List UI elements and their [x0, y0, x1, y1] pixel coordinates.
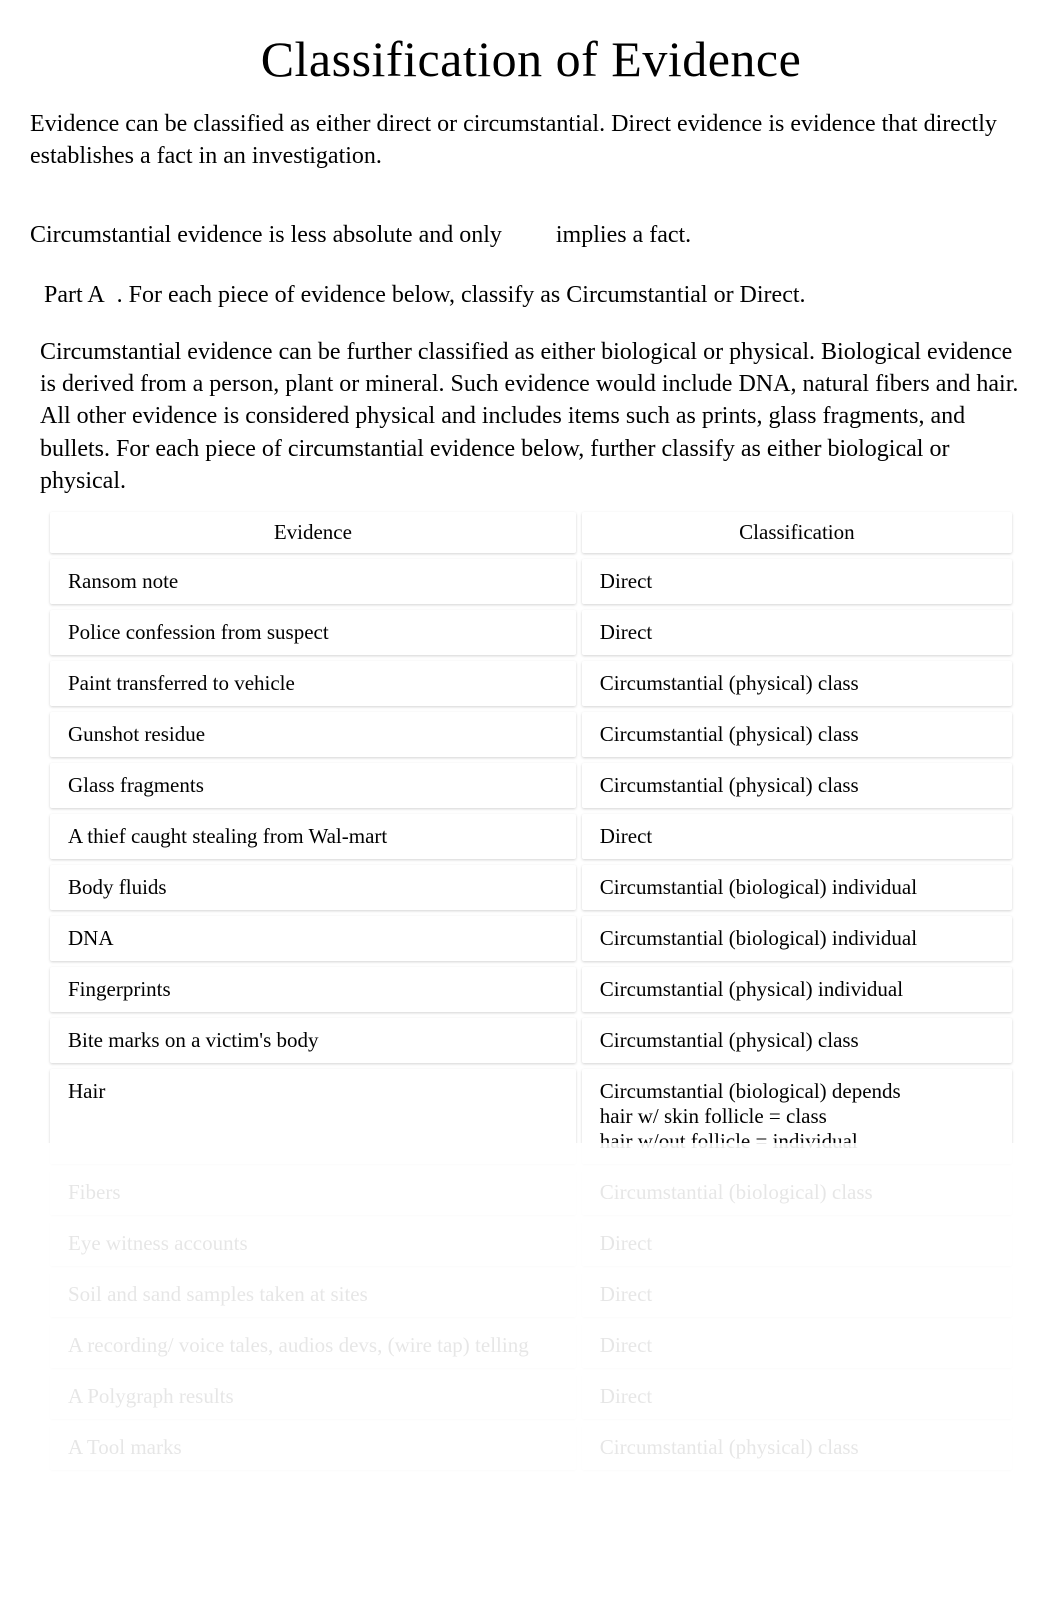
paragraph-further-classify: Circumstantial evidence can be further c…: [40, 336, 1032, 498]
evidence-cell: A thief caught stealing from Wal-mart: [50, 814, 576, 859]
table-row: FibersCircumstantial (biological) class: [50, 1170, 1012, 1215]
paragraph-part-a: Part A . For each piece of evidence belo…: [44, 279, 1032, 311]
classification-cell: Direct: [582, 1374, 1012, 1419]
evidence-cell: A Polygraph results: [50, 1374, 576, 1419]
para2-a: Circumstantial evidence is less absolute…: [30, 222, 508, 248]
col-header-evidence: Evidence: [50, 512, 576, 553]
evidence-cell: Soil and sand samples taken at sites: [50, 1272, 576, 1317]
evidence-table: Evidence Classification Ransom noteDirec…: [44, 506, 1018, 1476]
evidence-cell: Body fluids: [50, 865, 576, 910]
table-row: Eye witness accountsDirect: [50, 1221, 1012, 1266]
page-title: Classification of Evidence: [30, 30, 1032, 88]
table-row: Ransom noteDirect: [50, 559, 1012, 604]
classification-cell: Circumstantial (physical) class: [582, 661, 1012, 706]
classification-cell: Circumstantial (physical) individual: [582, 967, 1012, 1012]
table-row: DNACircumstantial (biological) individua…: [50, 916, 1012, 961]
evidence-cell: DNA: [50, 916, 576, 961]
classification-cell: Circumstantial (biological) depends hair…: [582, 1069, 1012, 1164]
table-row: A Polygraph resultsDirect: [50, 1374, 1012, 1419]
evidence-table-wrap: Evidence Classification Ransom noteDirec…: [44, 506, 1018, 1476]
table-row: Police confession from suspectDirect: [50, 610, 1012, 655]
classification-cell: Circumstantial (physical) class: [582, 712, 1012, 757]
table-row: Soil and sand samples taken at sitesDire…: [50, 1272, 1012, 1317]
evidence-cell: A Tool marks: [50, 1425, 576, 1470]
classification-cell: Circumstantial (physical) class: [582, 1425, 1012, 1470]
table-body: Ransom noteDirectPolice confession from …: [50, 559, 1012, 1470]
title-part-1: Classification of: [261, 31, 612, 87]
table-row: A Tool marksCircumstantial (physical) cl…: [50, 1425, 1012, 1470]
classification-cell: Direct: [582, 610, 1012, 655]
table-row: A recording/ voice tales, audios devs, (…: [50, 1323, 1012, 1368]
table-row: HairCircumstantial (biological) depends …: [50, 1069, 1012, 1164]
title-part-2: Evidence: [611, 31, 801, 87]
table-row: Glass fragmentsCircumstantial (physical)…: [50, 763, 1012, 808]
evidence-cell: Bite marks on a victim's body: [50, 1018, 576, 1063]
para3-a: Part A: [44, 282, 105, 308]
classification-cell: Direct: [582, 1323, 1012, 1368]
classification-cell: Direct: [582, 559, 1012, 604]
document-page: Classification of Evidence Evidence can …: [0, 0, 1062, 1603]
table-row: Bite marks on a victim's bodyCircumstant…: [50, 1018, 1012, 1063]
classification-cell: Circumstantial (biological) individual: [582, 916, 1012, 961]
evidence-cell: Police confession from suspect: [50, 610, 576, 655]
evidence-cell: Ransom note: [50, 559, 576, 604]
classification-cell: Circumstantial (biological) class: [582, 1170, 1012, 1215]
table-row: Body fluidsCircumstantial (biological) i…: [50, 865, 1012, 910]
classification-cell: Circumstantial (physical) class: [582, 1018, 1012, 1063]
table-header-row: Evidence Classification: [50, 512, 1012, 553]
classification-cell: Direct: [582, 814, 1012, 859]
evidence-cell: Eye witness accounts: [50, 1221, 576, 1266]
evidence-cell: A recording/ voice tales, audios devs, (…: [50, 1323, 576, 1368]
paragraph-intro: Evidence can be classified as either dir…: [30, 108, 1032, 173]
classification-cell: Circumstantial (physical) class: [582, 763, 1012, 808]
para3-b: . For each piece of evidence below, clas…: [117, 282, 806, 308]
evidence-cell: Fibers: [50, 1170, 576, 1215]
table-row: Paint transferred to vehicleCircumstanti…: [50, 661, 1012, 706]
classification-cell: Circumstantial (biological) individual: [582, 865, 1012, 910]
evidence-cell: Gunshot residue: [50, 712, 576, 757]
table-row: A thief caught stealing from Wal-martDir…: [50, 814, 1012, 859]
table-row: FingerprintsCircumstantial (physical) in…: [50, 967, 1012, 1012]
col-header-classification: Classification: [582, 512, 1012, 553]
classification-cell: Direct: [582, 1221, 1012, 1266]
para2-b: implies a fact.: [556, 222, 691, 248]
evidence-cell: Fingerprints: [50, 967, 576, 1012]
evidence-cell: Glass fragments: [50, 763, 576, 808]
evidence-cell: Paint transferred to vehicle: [50, 661, 576, 706]
table-row: Gunshot residueCircumstantial (physical)…: [50, 712, 1012, 757]
classification-cell: Direct: [582, 1272, 1012, 1317]
paragraph-circumstantial: Circumstantial evidence is less absolute…: [30, 219, 1032, 251]
evidence-cell: Hair: [50, 1069, 576, 1164]
